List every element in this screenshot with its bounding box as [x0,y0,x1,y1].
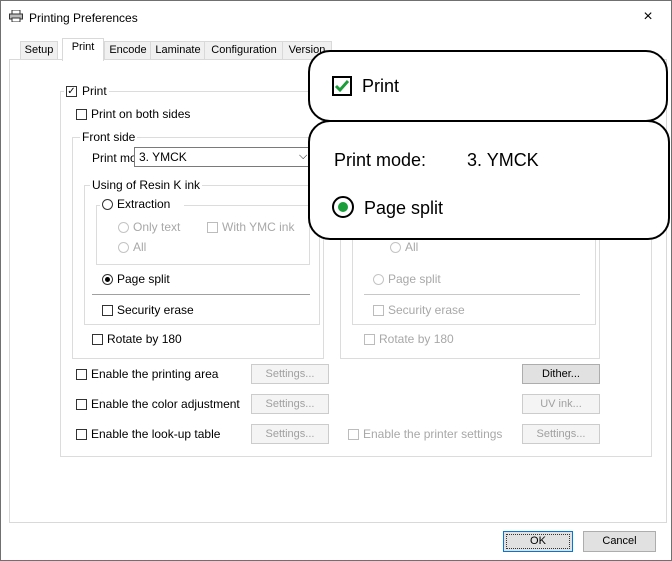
close-icon[interactable]: × [638,7,658,27]
mode-callout: Print mode: 3. YMCK Page split [308,120,670,240]
color-adjust-checkbox[interactable] [76,399,87,410]
lookup-settings-button[interactable]: Settings... [251,424,329,444]
print-mode-value: 3. YMCK [139,150,187,164]
tab-laminate[interactable]: Laminate [150,41,206,60]
back-page-split-radio[interactable] [373,274,384,285]
resin-separator [92,294,310,295]
tab-encode[interactable]: Encode [104,41,152,60]
green-radio-icon [332,196,354,218]
lookup-checkbox[interactable] [76,429,87,440]
green-check-icon [332,76,352,96]
color-adjust-settings-button[interactable]: Settings... [251,394,329,414]
rotate-label: Rotate by 180 [107,332,182,346]
back-rotate-label: Rotate by 180 [379,332,454,346]
back-all-label: All [405,240,419,254]
printer-icon [9,9,23,23]
resin-label: Using of Resin K ink [90,178,203,192]
printing-area-settings-button[interactable]: Settings... [251,364,329,384]
rotate-checkbox[interactable] [92,334,103,345]
security-erase-checkbox[interactable] [102,305,113,316]
back-separator [364,294,580,295]
all-radio[interactable] [118,242,129,253]
title-bar: Printing Preferences × [1,1,671,31]
chevron-down-icon: ⌵ [299,150,308,162]
extraction-header: Extraction [100,197,184,213]
only-text-radio[interactable] [118,222,129,233]
printing-area-label: Enable the printing area [91,367,219,381]
back-all-radio[interactable] [390,242,401,253]
print-mode-select[interactable]: 3. YMCK ⌵ [134,147,316,167]
callout-print-label: Print [362,76,400,96]
with-ymc-checkbox[interactable] [207,222,218,233]
callout-page-split-label: Page split [364,198,444,218]
back-page-split-label: Page split [388,272,441,286]
printer-settings-checkbox[interactable] [348,429,359,440]
uv-ink-button[interactable]: UV ink... [522,394,600,414]
page-split-radio[interactable] [102,274,113,285]
both-sides-label: Print on both sides [91,107,191,121]
print-group-header: ✓ Print [64,84,109,98]
front-side-label: Front side [80,130,138,144]
print-label: Print [82,84,107,98]
callout-print-mode-value: 3. YMCK [467,150,539,170]
extraction-radio[interactable] [102,199,113,210]
dither-button[interactable]: Dither... [522,364,600,384]
security-erase-label: Security erase [117,303,194,317]
printer-settings-button[interactable]: Settings... [522,424,600,444]
print-callout: Print [308,50,668,122]
page-split-label: Page split [117,272,170,286]
back-rotate-checkbox[interactable] [364,334,375,345]
back-security-erase-label: Security erase [388,303,465,317]
lookup-label: Enable the look-up table [91,427,221,441]
color-adjust-label: Enable the color adjustment [91,397,240,411]
print-checkbox[interactable]: ✓ [66,86,77,97]
all-label: All [133,240,147,254]
tab-configuration[interactable]: Configuration [204,41,284,60]
extraction-label: Extraction [117,197,171,211]
only-text-label: Only text [133,220,181,234]
extraction-group [96,205,310,265]
with-ymc-label: With YMC ink [222,220,295,234]
printer-settings-label: Enable the printer settings [363,427,503,441]
ok-button[interactable]: OK [503,531,573,552]
tab-setup[interactable]: Setup [20,41,58,60]
both-sides-checkbox[interactable] [76,109,87,120]
cancel-button[interactable]: Cancel [583,531,656,552]
printing-area-checkbox[interactable] [76,369,87,380]
tab-print[interactable]: Print [62,38,104,61]
window-title: Printing Preferences [29,11,138,25]
callout-print-mode-label: Print mode: [334,150,427,170]
back-security-erase-checkbox[interactable] [373,305,384,316]
